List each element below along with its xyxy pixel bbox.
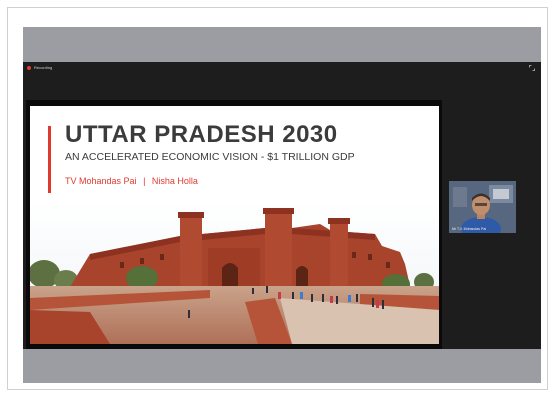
author-name: Nisha Holla <box>151 176 198 186</box>
author-separator: | <box>143 176 146 186</box>
participant-video-tile[interactable]: Mr T.V. Mohandas Pai <box>449 181 516 233</box>
recording-dot-icon <box>27 65 31 70</box>
slide-title: UTTAR PRADESH 2030 <box>65 121 338 148</box>
author-name: TV Mohandas Pai <box>65 176 137 186</box>
slide-authors: TV Mohandas Pai | Nisha Holla <box>65 176 198 186</box>
red-fort-photo <box>30 202 439 344</box>
recording-label: Recording <box>34 65 53 70</box>
meeting-window: Recording UTTAR PRADESH 2030 AN ACCELERA… <box>23 62 541 350</box>
presentation-slide: UTTAR PRADESH 2030 AN ACCELERATED ECONOM… <box>30 106 439 344</box>
participant-video <box>449 181 516 233</box>
participant-name: Mr T.V. Mohandas Pai <box>452 227 487 231</box>
recording-indicator: Recording <box>27 65 52 70</box>
slide-subtitle: AN ACCELERATED ECONOMIC VISION - $1 TRIL… <box>65 151 355 163</box>
shared-screen: UTTAR PRADESH 2030 AN ACCELERATED ECONOM… <box>26 100 442 350</box>
top-band <box>23 27 541 62</box>
accent-bar <box>48 126 51 193</box>
bottom-band <box>23 349 541 383</box>
expand-icon[interactable] <box>529 65 535 71</box>
